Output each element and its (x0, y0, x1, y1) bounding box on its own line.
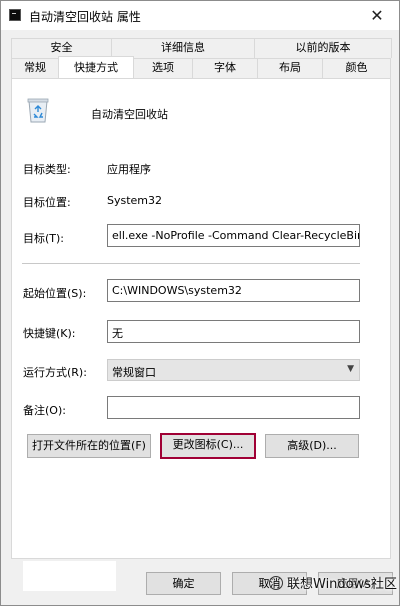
tab-colors[interactable]: 颜色 (322, 58, 391, 78)
advanced-button[interactable]: 高级(D)... (265, 434, 359, 458)
tab-details[interactable]: 详细信息 (111, 38, 255, 58)
close-button[interactable]: ✕ (355, 1, 399, 30)
target-type-value: 应用程序 (107, 163, 151, 176)
target-type-label: 目标类型: (23, 163, 71, 176)
target-location-value: System32 (107, 194, 163, 207)
tab-options[interactable]: 选项 (133, 58, 193, 78)
watermark-text: 联想Windows社区 (287, 577, 398, 592)
target-location-label: 目标位置: (23, 196, 71, 209)
target-input[interactable]: ell.exe -NoProfile -Command Clear-Recycl… (107, 224, 360, 247)
tab-previous-versions[interactable]: 以前的版本 (254, 38, 392, 58)
run-label: 运行方式(R): (23, 366, 87, 379)
tab-shortcut[interactable]: 快捷方式 (58, 56, 134, 78)
watermark: 联想Windows社区 (269, 573, 397, 592)
tab-font[interactable]: 字体 (192, 58, 258, 78)
shortcut-panel: 自动清空回收站 目标类型: 应用程序 目标位置: System32 目标(T):… (11, 78, 391, 559)
comment-input[interactable] (107, 396, 360, 419)
properties-window: 自动清空回收站 属性 ✕ 安全 详细信息 以前的版本 常规 快捷方式 选项 字体… (0, 0, 400, 606)
hotkey-input[interactable]: 无 (107, 320, 360, 343)
tab-row-2: 常规 快捷方式 选项 字体 布局 颜色 (11, 56, 391, 78)
shortcut-name: 自动清空回收站 (91, 108, 168, 121)
tab-layout[interactable]: 布局 (257, 58, 323, 78)
title-bar[interactable]: 自动清空回收站 属性 ✕ (1, 1, 399, 30)
tab-general[interactable]: 常规 (11, 58, 59, 78)
divider (22, 263, 360, 264)
recycle-bin-icon (27, 98, 49, 123)
run-select-value: 常规窗口 (112, 366, 156, 379)
start-in-label: 起始位置(S): (23, 287, 87, 300)
window-title: 自动清空回收站 属性 (29, 10, 141, 24)
cmd-icon (9, 9, 21, 21)
ok-button[interactable]: 确定 (146, 572, 221, 595)
watermark-logo-icon (269, 576, 283, 590)
tab-row-1: 安全 详细信息 以前的版本 (11, 38, 392, 58)
change-icon-button[interactable]: 更改图标(C)... (160, 433, 256, 459)
target-label: 目标(T): (23, 232, 65, 245)
tab-security[interactable]: 安全 (11, 38, 112, 58)
open-file-location-button[interactable]: 打开文件所在的位置(F) (27, 434, 151, 458)
chevron-down-icon: ▼ (347, 364, 354, 374)
bottom-blank-area (23, 561, 116, 591)
start-in-input[interactable]: C:\WINDOWS\system32 (107, 279, 360, 302)
comment-label: 备注(O): (23, 404, 66, 417)
run-select[interactable]: 常规窗口 ▼ (107, 359, 360, 381)
hotkey-label: 快捷键(K): (23, 327, 76, 340)
